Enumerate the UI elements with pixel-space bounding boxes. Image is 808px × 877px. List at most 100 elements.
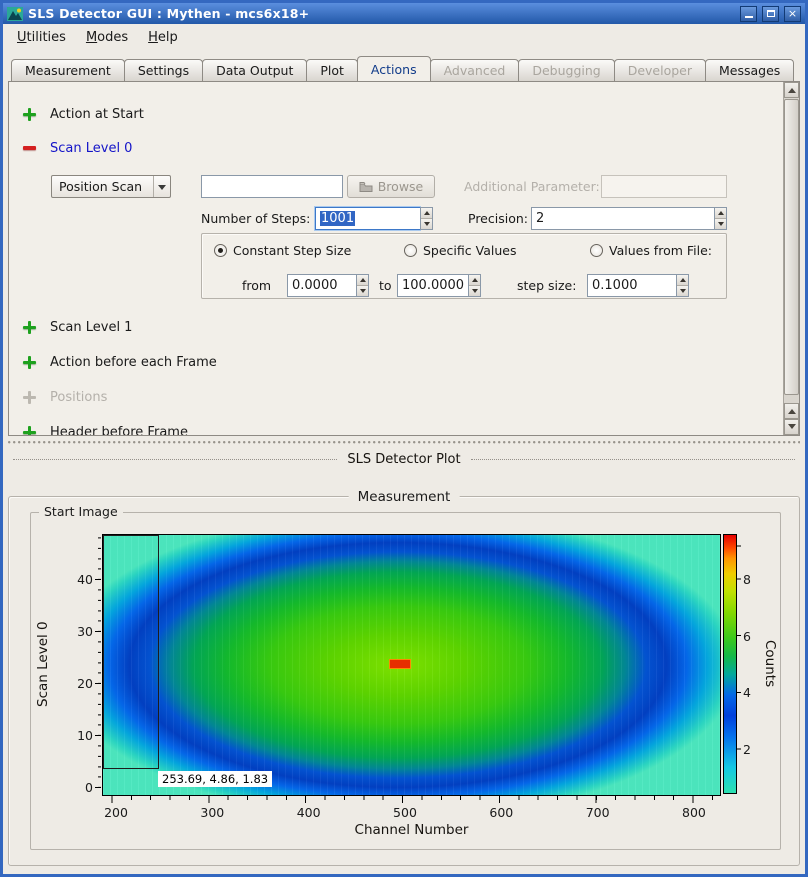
tabbar: Measurement Settings Data Output Plot Ac… [8,56,800,81]
scan-level-0-row[interactable]: Scan Level 0 [23,140,132,156]
heatmap-peak-marker [389,659,411,669]
x-tick-label: 200 [103,805,129,820]
combo-arrow-button[interactable] [153,176,170,197]
precision-value: 2 [536,211,544,226]
splitter-handle[interactable] [8,441,800,444]
scroll-down-icon [788,424,796,433]
minimize-button[interactable] [740,6,757,22]
spin-up-button[interactable] [469,275,480,286]
menu-modes[interactable]: Modes [78,26,136,49]
spin-down-icon [424,222,430,229]
spin-down-button[interactable] [469,286,480,296]
precision-spinbox[interactable]: 2 [531,207,727,230]
step-size-label: step size: [517,274,576,297]
scan-level-1-label: Scan Level 1 [50,320,132,335]
expand-plus-icon[interactable] [23,321,36,334]
x-tick-label: 600 [488,805,514,820]
radio-constant-step-size[interactable]: Constant Step Size [214,243,351,258]
spin-up-icon [718,208,724,215]
y-tick-label: 20 [67,677,93,690]
action-at-start-row[interactable]: Action at Start [23,106,144,122]
radio-file-label: Values from File: [609,243,712,258]
action-before-frame-row[interactable]: Action before each Frame [23,354,217,370]
tab-developer[interactable]: Developer [614,59,706,81]
colorbar-tick-label: 6 [743,630,761,643]
spin-up-button[interactable] [357,275,368,286]
spin-down-button[interactable] [677,286,688,296]
expand-plus-icon[interactable] [23,356,36,369]
vertical-scrollbar[interactable] [783,82,799,435]
measurement-group: Measurement Start Image Scan Level 0 403… [8,488,800,866]
radio-values-from-file[interactable]: Values from File: [590,243,712,258]
zoom-selection-rect [103,535,159,769]
spin-down-icon [680,289,686,296]
scan-mode-value: Position Scan [52,176,153,197]
radio-unchecked-icon[interactable] [404,244,417,257]
tab-data-output[interactable]: Data Output [202,59,307,81]
spin-up-button[interactable] [715,208,726,219]
app-window: SLS Detector GUI : Mythen - mcs6x18+ × U… [0,0,808,877]
scroll-up-icon [788,84,796,93]
menu-help[interactable]: Help [140,26,186,49]
start-image-group-title: Start Image [39,504,123,519]
scrollbar-thumb[interactable] [784,99,799,395]
step-mode-groupbox: Constant Step Size Specific Values Value… [201,233,727,299]
scan-level-1-row[interactable]: Scan Level 1 [23,319,132,335]
heatmap-plot[interactable]: 253.69, 4.86, 1.83 [102,534,721,796]
tab-debugging[interactable]: Debugging [518,59,614,81]
spin-down-button[interactable] [421,219,432,229]
close-button[interactable]: × [784,6,801,22]
expand-plus-icon[interactable] [23,426,36,437]
window-body: Utilities Modes Help Measurement Setting… [3,24,805,874]
action-before-frame-label: Action before each Frame [50,355,217,370]
plot-dock-title: SLS Detector Plot [13,452,795,467]
step-size-spinbox[interactable]: 0.1000 [587,274,689,297]
x-tick-label: 700 [585,805,611,820]
spin-down-button[interactable] [715,219,726,229]
radio-unchecked-icon[interactable] [590,244,603,257]
x-axis-tick-labels: 200300400500600700800 [103,805,720,820]
header-before-frame-row[interactable]: Header before Frame [23,424,188,436]
spin-down-button[interactable] [357,286,368,296]
maximize-button[interactable] [762,6,779,22]
radio-constant-label: Constant Step Size [233,243,351,258]
additional-parameter-input [601,175,727,198]
chevron-down-icon [158,185,166,194]
x-tick-label: 300 [199,805,225,820]
tab-plot[interactable]: Plot [306,59,358,81]
colorbar [723,534,737,794]
menubar: Utilities Modes Help [3,24,805,51]
radio-checked-icon[interactable] [214,244,227,257]
from-spinbox[interactable]: 0.0000 [287,274,369,297]
spin-up-icon [472,275,478,282]
scroll-down-button[interactable] [784,419,799,435]
spin-up-icon [680,275,686,282]
spin-up-button[interactable] [421,208,432,219]
spin-down-icon [472,289,478,296]
number-of-steps-spinbox[interactable]: 1001 [315,207,433,230]
tab-advanced[interactable]: Advanced [430,59,520,81]
spin-up-button[interactable] [677,275,688,286]
to-value: 100.0000 [402,278,464,293]
collapse-minus-icon[interactable] [23,142,36,155]
splitter[interactable]: SLS Detector Plot [3,440,805,474]
tab-messages[interactable]: Messages [705,59,794,81]
x-tick-label: 500 [392,805,418,820]
y-axis-tick-labels: 403020100 [67,534,93,794]
heatmap-image[interactable] [103,535,720,795]
to-spinbox[interactable]: 100.0000 [397,274,481,297]
scan-mode-combobox[interactable]: Position Scan [51,175,171,198]
scan-script-input[interactable] [201,175,343,198]
tab-measurement[interactable]: Measurement [11,59,125,81]
positions-label: Positions [50,390,107,405]
titlebar[interactable]: SLS Detector GUI : Mythen - mcs6x18+ × [3,3,805,24]
tab-settings[interactable]: Settings [124,59,203,81]
tab-actions[interactable]: Actions [357,56,431,81]
radio-specific-values[interactable]: Specific Values [404,243,516,258]
scroll-up-button[interactable] [784,82,799,98]
spin-down-icon [718,222,724,229]
expand-plus-icon[interactable] [23,108,36,121]
scan-level-0-label: Scan Level 0 [50,141,132,156]
scroll-up-button-bottom[interactable] [784,403,799,419]
menu-utilities[interactable]: Utilities [9,26,74,49]
